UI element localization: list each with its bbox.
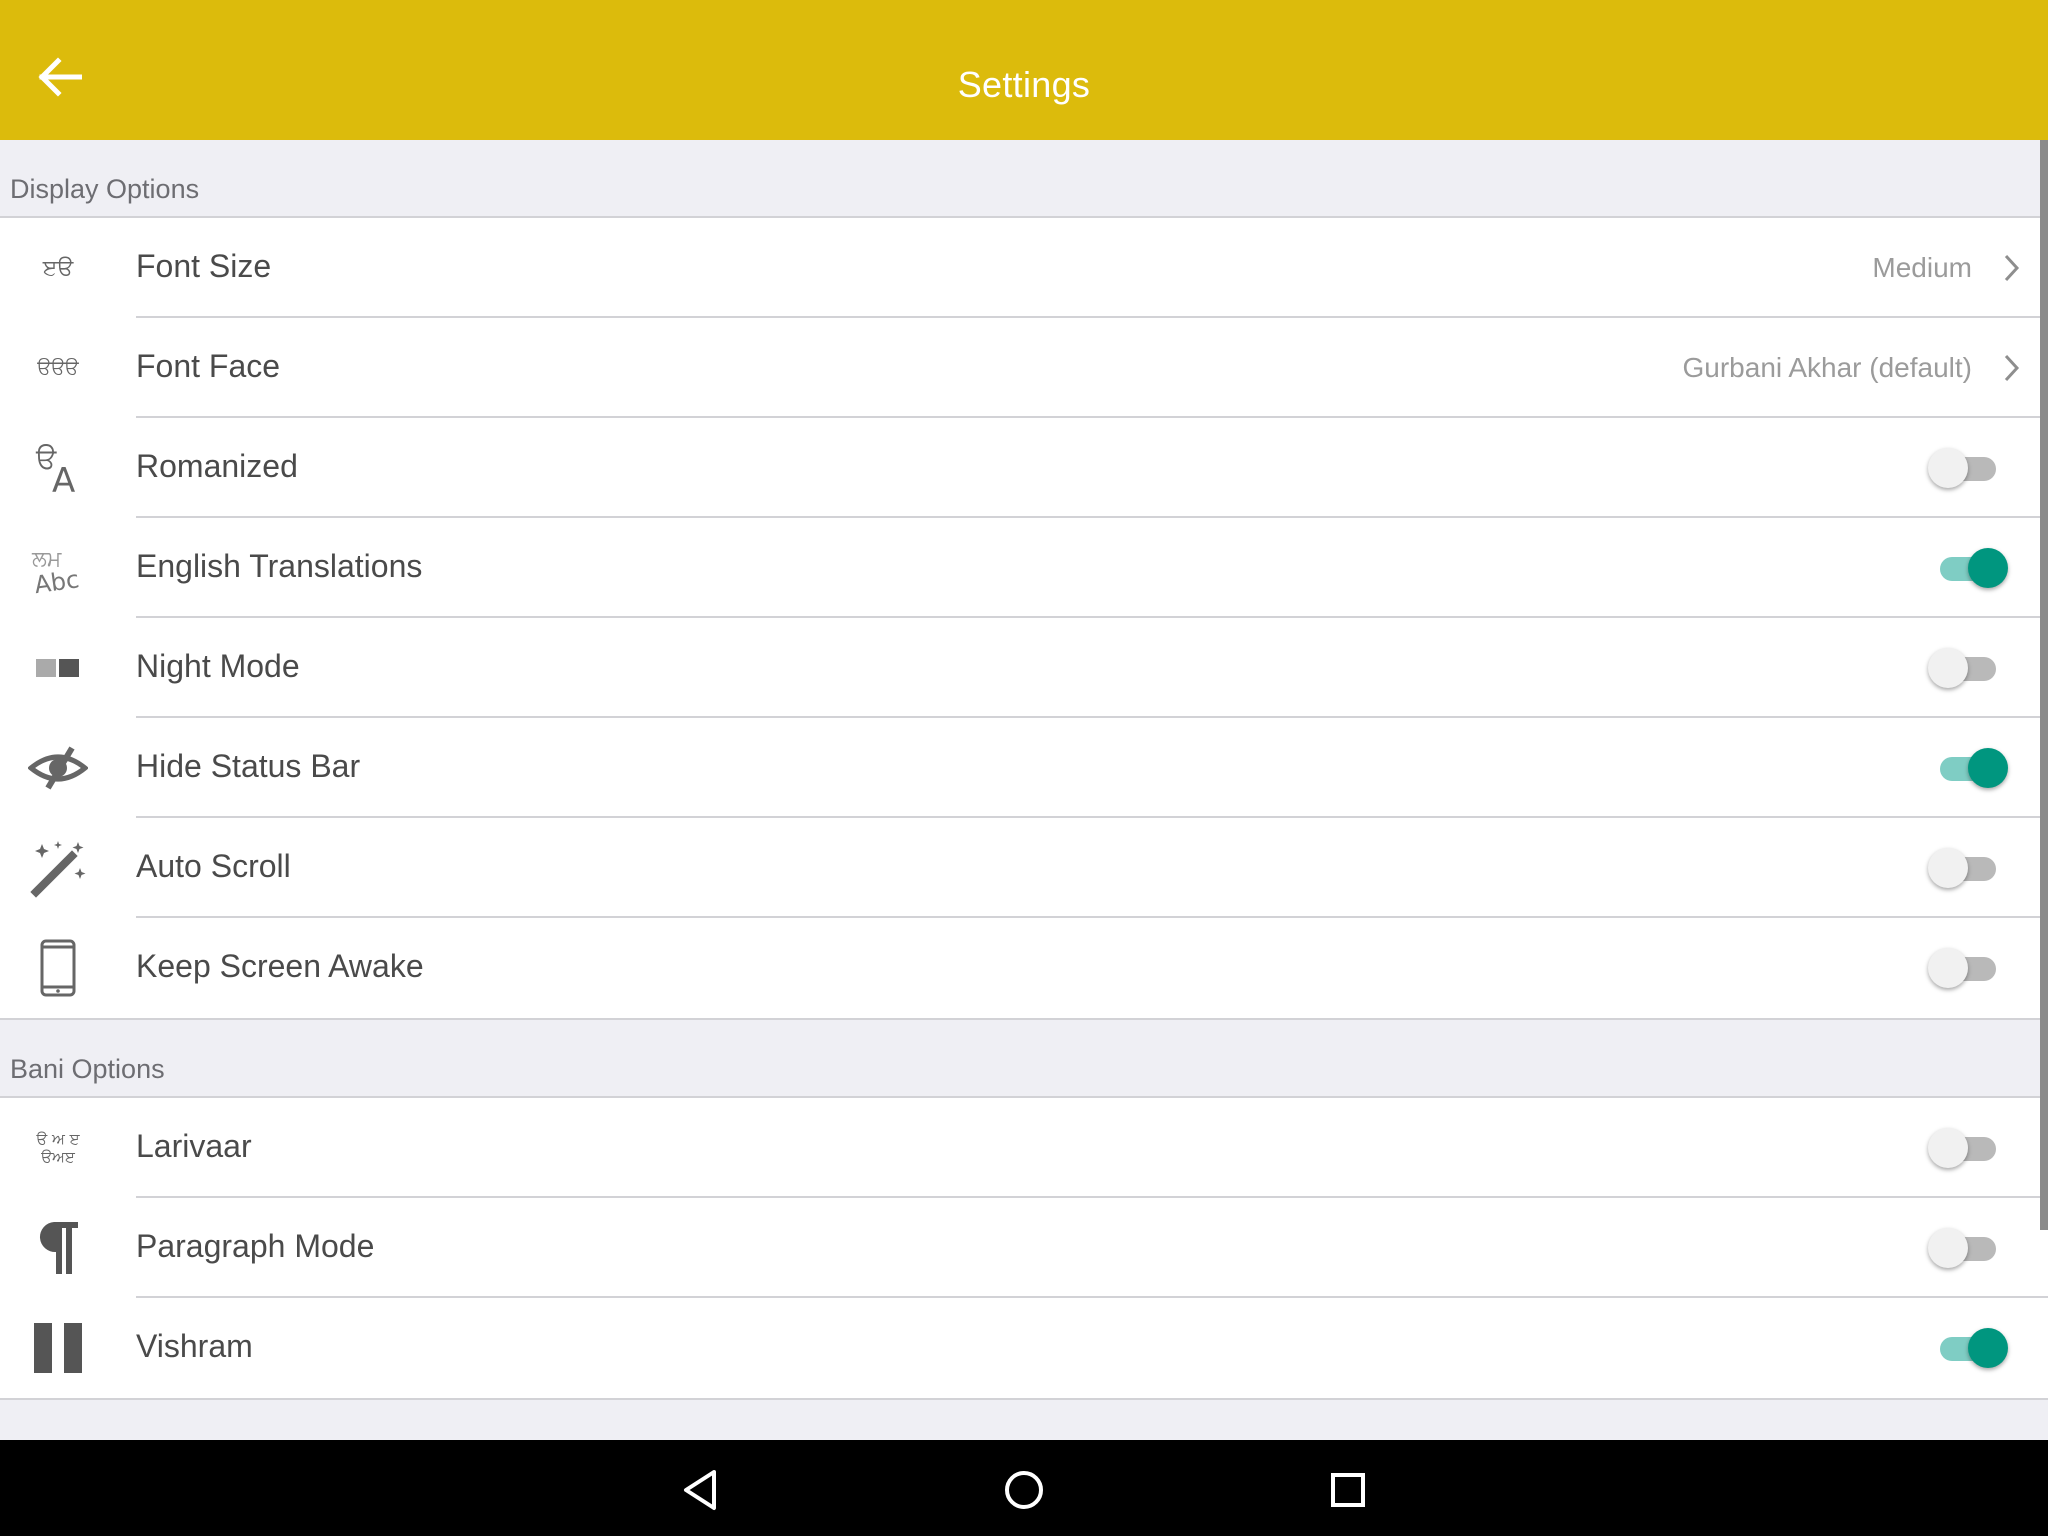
romanized-svg: ੳ A [35, 442, 75, 496]
larivaar-glyph-bottom: ੳਅੲ [41, 1148, 75, 1166]
font-size-glyph: ੲੳ [42, 255, 74, 281]
setting-label: Font Size [136, 248, 272, 284]
setting-row-english-translations[interactable]: ਲਮ Abc English Translations [0, 518, 2048, 618]
pilcrow-svg [39, 1222, 78, 1274]
setting-value: Gurbani Akhar (default) [1682, 352, 1973, 383]
section-header-display-options: Display Options [0, 140, 2048, 218]
larivaar-icon: ੳ ਅ ੲ ੳਅੲ [24, 1116, 92, 1180]
toggle-knob [1928, 948, 1968, 988]
magic-wand-svg [30, 841, 86, 898]
page-title: Settings [957, 64, 1091, 105]
romanized-toggle[interactable] [1928, 446, 2008, 490]
setting-label: Romanized [136, 448, 298, 484]
bani-options-group: ੳ ਅ ੲ ੳਅੲ Larivaar Paragraph Mode Vishra… [0, 1098, 2048, 1400]
setting-row-romanized[interactable]: ੳ A Romanized [0, 418, 2048, 518]
setting-label: English Translations [136, 548, 423, 584]
toggle-knob [1928, 648, 1968, 688]
translation-icon: ਲਮ Abc [24, 536, 92, 600]
nav-home-button[interactable] [992, 1458, 1056, 1522]
hide-status-bar-toggle[interactable] [1928, 746, 2008, 790]
setting-label: Vishram [136, 1328, 253, 1364]
svg-text:A: A [52, 461, 75, 496]
toggle-knob [1928, 448, 1968, 488]
setting-label: Larivaar [136, 1128, 252, 1164]
setting-value: Medium [1872, 252, 1972, 283]
phone-svg [40, 939, 76, 997]
settings-screen: Settings Display Options ੲੳ Font Size Me… [0, 0, 2048, 1536]
setting-row-auto-scroll[interactable]: Auto Scroll [0, 818, 2048, 918]
recents-nav-icon [1331, 1473, 1365, 1507]
setting-label: Auto Scroll [136, 848, 291, 884]
display-options-group: ੲੳ Font Size Medium ੳੳੳ Font Face Gurban… [0, 218, 2048, 1020]
night-mode-icon [24, 636, 92, 700]
setting-label: Night Mode [136, 648, 300, 684]
romanized-icon: ੳ A [24, 436, 92, 500]
home-nav-icon [1005, 1471, 1043, 1509]
pause-icon [24, 1316, 92, 1380]
paragraph-mode-toggle[interactable] [1928, 1226, 2008, 1270]
night-mode-toggle[interactable] [1928, 646, 2008, 690]
setting-label: Paragraph Mode [136, 1228, 375, 1264]
app-bar: Settings [0, 0, 2048, 140]
magic-wand-icon [24, 836, 92, 900]
toggle-knob [1968, 548, 2008, 588]
vishram-toggle[interactable] [1928, 1326, 2008, 1370]
larivaar-toggle[interactable] [1928, 1126, 2008, 1170]
translation-svg: ਲਮ Abc [31, 547, 81, 596]
setting-row-larivaar[interactable]: ੳ ਅ ੲ ੳਅੲ Larivaar [0, 1098, 2048, 1198]
auto-scroll-toggle[interactable] [1928, 846, 2008, 890]
setting-row-hide-status-bar[interactable]: Hide Status Bar [0, 718, 2048, 818]
eye-slash-icon [24, 736, 92, 800]
toggle-knob [1928, 1128, 1968, 1168]
font-size-icon: ੲੳ [24, 236, 92, 300]
setting-label: Font Face [136, 348, 281, 384]
setting-row-keep-screen-awake[interactable]: Keep Screen Awake [0, 918, 2048, 1018]
font-face-glyph: ੳੳੳ [37, 357, 79, 379]
settings-list[interactable]: Display Options ੲੳ Font Size Medium ੳੳੳ … [0, 140, 2048, 1440]
keep-screen-awake-toggle[interactable] [1928, 946, 2008, 990]
english-translations-toggle[interactable] [1928, 546, 2008, 590]
setting-row-night-mode[interactable]: Night Mode [0, 618, 2048, 718]
setting-row-vishram[interactable]: Vishram [0, 1298, 2048, 1398]
font-face-icon: ੳੳੳ [24, 336, 92, 400]
nav-recents-button[interactable] [1316, 1458, 1380, 1522]
chevron-right-icon [2004, 254, 2020, 282]
night-mode-svg [36, 659, 79, 677]
phone-icon [24, 936, 92, 1000]
section-header-bani-options: Bani Options [0, 1020, 2048, 1098]
scrollbar[interactable] [2040, 140, 2048, 1230]
setting-label: Keep Screen Awake [136, 948, 424, 984]
chevron-right-icon [2004, 354, 2020, 382]
back-nav-icon [684, 1470, 716, 1510]
pause-svg [34, 1323, 82, 1373]
toggle-knob [1928, 848, 1968, 888]
larivaar-glyph-top: ੳ ਅ ੲ [36, 1130, 80, 1148]
pilcrow-icon [24, 1216, 92, 1280]
toggle-knob [1928, 1228, 1968, 1268]
system-navigation-bar [0, 1440, 2048, 1536]
setting-row-paragraph-mode[interactable]: Paragraph Mode [0, 1198, 2048, 1298]
setting-row-font-size[interactable]: ੲੳ Font Size Medium [0, 218, 2048, 318]
setting-row-font-face[interactable]: ੳੳੳ Font Face Gurbani Akhar (default) [0, 318, 2048, 418]
setting-label: Hide Status Bar [136, 748, 361, 784]
toggle-knob [1968, 748, 2008, 788]
nav-back-button[interactable] [668, 1458, 732, 1522]
toggle-knob [1968, 1328, 2008, 1368]
eye-slash-svg [28, 746, 88, 790]
svg-text:Abc: Abc [33, 565, 81, 596]
